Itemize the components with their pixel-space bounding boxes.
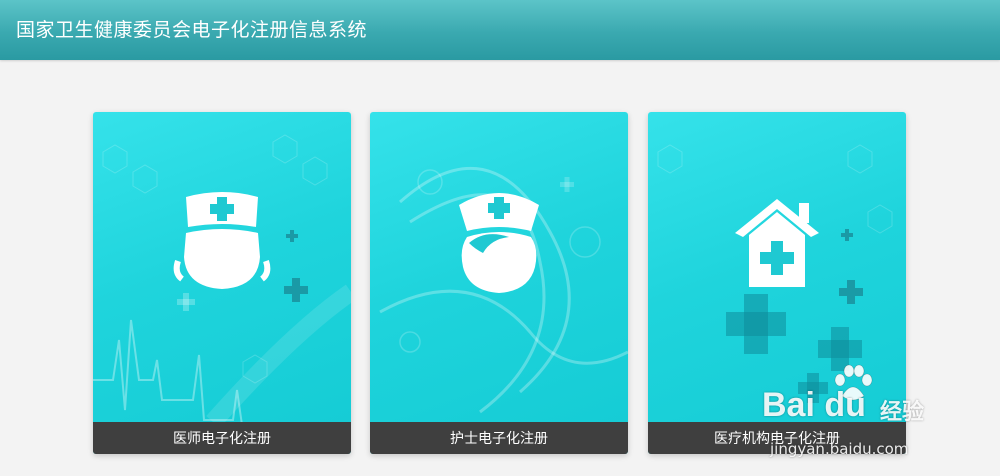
baidu-brand: Bai du xyxy=(762,386,866,424)
card-doctor-registration[interactable]: 医师电子化注册 xyxy=(93,112,351,454)
page-title: 国家卫生健康委员会电子化注册信息系统 xyxy=(16,19,368,41)
nurse-icon xyxy=(459,193,539,293)
baidu-sub: 经验 xyxy=(880,400,925,425)
card-label: 护士电子化注册 xyxy=(370,422,628,454)
app-header: 国家卫生健康委员会电子化注册信息系统 xyxy=(0,0,1000,60)
card-label: 医师电子化注册 xyxy=(93,422,351,454)
baidu-url: jingyan.baidu.com xyxy=(770,440,909,458)
card-nurse-registration[interactable]: 护士电子化注册 xyxy=(370,112,628,454)
baidu-watermark: Bai du 经验 jingyan.baidu.com xyxy=(762,364,994,474)
hospital-icon xyxy=(735,199,819,287)
doctor-icon xyxy=(173,192,271,289)
